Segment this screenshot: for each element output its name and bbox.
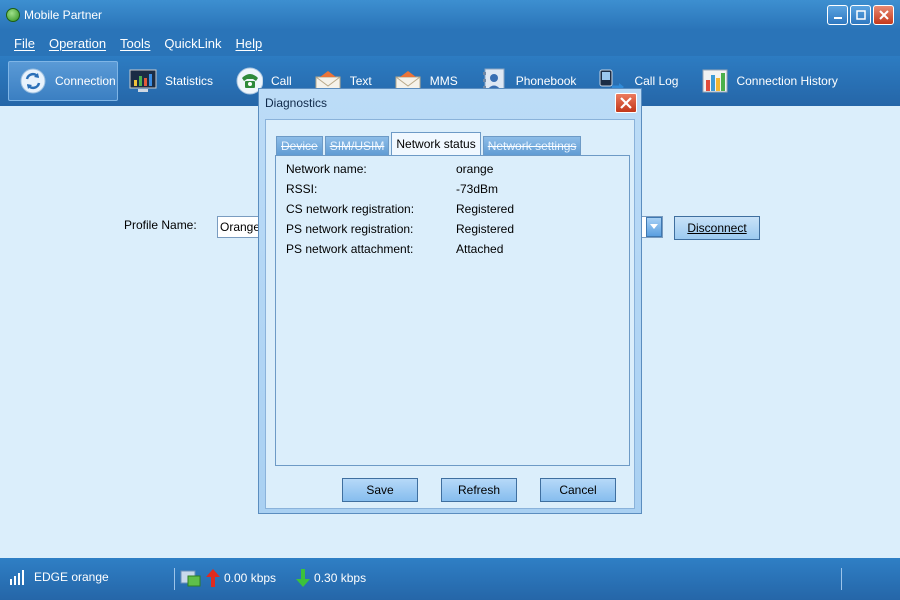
cancel-button[interactable]: Cancel (540, 478, 616, 502)
menu-help[interactable]: Help (235, 36, 262, 51)
tab-sim-usim[interactable]: SIM/USIM (324, 136, 390, 156)
tab-network-settings[interactable]: Network settings (482, 136, 582, 156)
status-divider (174, 568, 175, 590)
traffic-status: 0.00 kbps 0.30 kbps (180, 568, 366, 588)
toolbar-phonebook-label: Phonebook (515, 74, 577, 88)
menu-bar: File Operation Tools QuickLink Help (0, 30, 900, 56)
toolbar-mms-label: MMS (429, 74, 458, 88)
network-status-panel: Network name: orange RSSI: -73dBm CS net… (275, 155, 630, 466)
toolbar-text-label: Text (349, 74, 372, 88)
rssi-value: -73dBm (456, 182, 499, 196)
maximize-icon (855, 10, 866, 20)
toolbar-connection-history-label: Connection History (736, 74, 838, 88)
ps-attachment-label: PS network attachment: (286, 242, 414, 256)
minimize-button[interactable] (827, 5, 848, 25)
toolbar-call-log-label: Call Log (634, 74, 679, 88)
tab-network-status[interactable]: Network status (391, 132, 481, 156)
ps-attachment-value: Attached (456, 242, 504, 256)
connection-icon (19, 67, 47, 95)
save-button[interactable]: Save (342, 478, 418, 502)
upload-arrow-icon (206, 569, 220, 587)
dialog-title: Diagnostics (265, 96, 328, 110)
upload-speed: 0.00 kbps (224, 571, 277, 585)
close-icon (620, 97, 632, 109)
statistics-icon (129, 67, 157, 95)
rssi-label: RSSI: (286, 182, 318, 196)
profile-dropdown-button[interactable] (646, 217, 662, 237)
diagnostics-tabs: Device SIM/USIM Network status Network s… (276, 132, 583, 156)
connection-history-icon (700, 67, 728, 95)
refresh-button[interactable]: Refresh (441, 478, 517, 502)
status-divider-right (841, 568, 842, 590)
close-icon (878, 10, 889, 20)
toolbar-statistics[interactable]: Statistics (118, 61, 224, 101)
menu-tools[interactable]: Tools (120, 36, 150, 51)
connection-status-icon (180, 570, 201, 587)
minimize-icon (833, 17, 842, 19)
dialog-close-button[interactable] (615, 93, 637, 113)
disconnect-button[interactable]: Disconnect (674, 216, 760, 240)
toolbar-connection-label: Connection (55, 74, 116, 88)
menu-operation[interactable]: Operation (49, 36, 106, 51)
chevron-down-icon (650, 224, 658, 229)
cs-registration-value: Registered (456, 202, 515, 216)
menu-quicklink[interactable]: QuickLink (164, 36, 221, 51)
toolbar-call-label: Call (271, 74, 292, 88)
app-logo-icon (6, 8, 20, 22)
status-bar: EDGE orange 0.00 kbps 0.30 kbps (0, 558, 900, 600)
diagnostics-dialog: Diagnostics Device SIM/USIM Network stat… (258, 88, 642, 514)
download-arrow-icon (296, 569, 311, 587)
toolbar-connection-history[interactable]: Connection History (689, 61, 848, 101)
network-name-label: Network name: (286, 162, 367, 176)
network-status: EDGE orange (10, 569, 109, 585)
menu-file[interactable]: File (14, 36, 35, 51)
cs-registration-label: CS network registration: (286, 202, 415, 216)
download-speed: 0.30 kbps (314, 571, 367, 585)
close-window-button[interactable] (873, 5, 894, 25)
title-bar: Mobile Partner (0, 0, 900, 30)
network-name-value: orange (456, 162, 494, 176)
network-type-text: EDGE orange (34, 570, 109, 584)
ps-registration-label: PS network registration: (286, 222, 414, 236)
profile-name-label: Profile Name: (124, 218, 197, 232)
signal-strength-icon (10, 570, 24, 585)
tab-device[interactable]: Device (276, 136, 323, 156)
window-controls (827, 5, 894, 25)
window-title: Mobile Partner (24, 8, 103, 22)
ps-registration-value: Registered (456, 222, 515, 236)
dialog-body: Device SIM/USIM Network status Network s… (265, 119, 635, 509)
toolbar-connection[interactable]: Connection (8, 61, 118, 101)
maximize-button[interactable] (850, 5, 871, 25)
toolbar-statistics-label: Statistics (165, 74, 214, 88)
